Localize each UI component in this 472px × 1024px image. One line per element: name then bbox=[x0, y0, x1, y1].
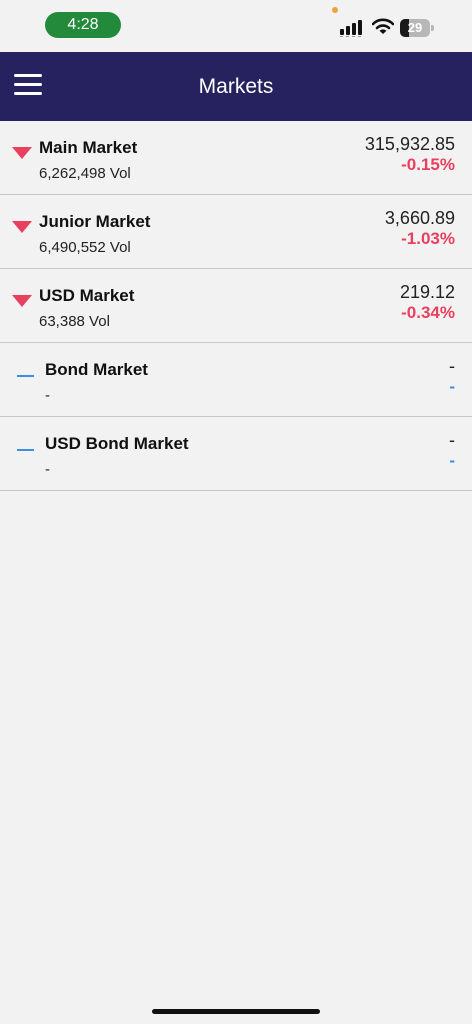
battery-nub bbox=[431, 25, 434, 31]
trend-flat-icon bbox=[17, 375, 34, 377]
market-volume: 6,490,552 Vol bbox=[39, 239, 131, 256]
market-volume: 63,388 Vol bbox=[39, 313, 110, 330]
market-percent-change: - bbox=[449, 451, 455, 470]
battery-body: 29 bbox=[400, 19, 430, 37]
page-title: Markets bbox=[198, 75, 274, 98]
market-index-value: - bbox=[449, 430, 455, 450]
market-row[interactable]: Junior Market 6,490,552 Vol 3,660.89 -1.03% bbox=[0, 195, 472, 269]
market-list: Main Market 6,262,498 Vol 315,932.85 -0.15%… bbox=[0, 121, 472, 491]
market-volume: 6,262,498 Vol bbox=[39, 165, 131, 182]
market-name: Junior Market bbox=[39, 212, 151, 231]
battery-icon: 29 bbox=[400, 19, 434, 37]
wifi-icon bbox=[372, 18, 394, 34]
market-index-value: - bbox=[449, 356, 455, 376]
status-bar: 4:28 29 bbox=[0, 0, 472, 52]
trend-down-icon bbox=[12, 221, 32, 233]
market-index-value: 3,660.89 bbox=[384, 208, 455, 228]
privacy-indicator-dot bbox=[332, 7, 338, 13]
hamburger-menu-icon[interactable] bbox=[14, 74, 44, 100]
market-name: USD Bond Market bbox=[45, 434, 189, 453]
market-volume: - bbox=[45, 387, 50, 404]
trend-down-icon bbox=[12, 295, 32, 307]
app-header: Markets bbox=[0, 52, 472, 121]
trend-down-icon bbox=[12, 147, 32, 159]
market-row[interactable]: Bond Market - - - bbox=[0, 343, 472, 417]
market-index-value: 219.12 bbox=[399, 282, 455, 302]
market-percent-change: -0.15% bbox=[401, 155, 455, 174]
trend-flat-icon bbox=[17, 449, 34, 451]
market-row[interactable]: Main Market 6,262,498 Vol 315,932.85 -0.15% bbox=[0, 121, 472, 195]
battery-level: 29 bbox=[407, 20, 423, 35]
market-volume: - bbox=[45, 461, 50, 478]
market-percent-change: - bbox=[449, 377, 455, 396]
market-percent-change: -0.34% bbox=[401, 303, 455, 322]
market-name: Main Market bbox=[39, 138, 138, 157]
market-row[interactable]: USD Bond Market - - - bbox=[0, 417, 472, 491]
status-time[interactable]: 4:28 bbox=[45, 12, 121, 38]
signal-icon bbox=[340, 20, 362, 37]
market-index-value: 315,932.85 bbox=[364, 134, 455, 154]
home-indicator[interactable] bbox=[152, 1009, 320, 1014]
market-name: USD Market bbox=[39, 286, 135, 305]
market-row[interactable]: USD Market 63,388 Vol 219.12 -0.34% bbox=[0, 269, 472, 343]
market-name: Bond Market bbox=[45, 360, 148, 379]
market-percent-change: -1.03% bbox=[401, 229, 455, 248]
